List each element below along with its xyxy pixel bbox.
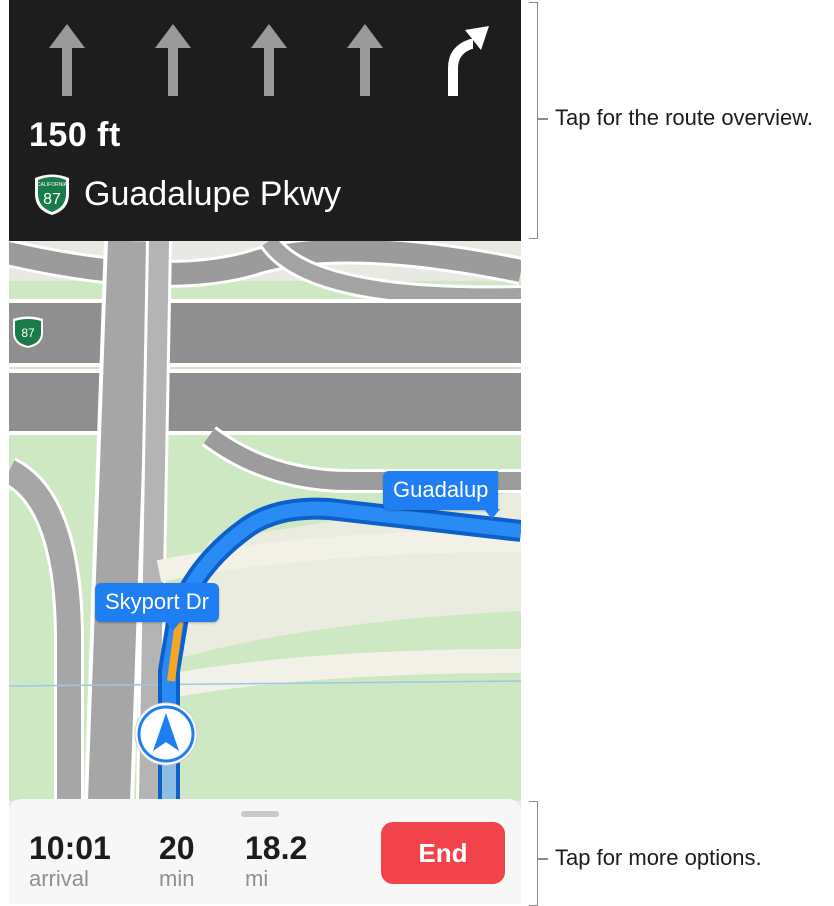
bottom-callout-tick <box>538 858 548 860</box>
end-route-button[interactable]: End <box>381 822 505 884</box>
next-street-callout[interactable]: Guadalup <box>383 471 501 519</box>
bottom-callout-bracket <box>529 801 538 906</box>
time-value: 20 <box>159 830 195 866</box>
top-callout-tick <box>538 118 548 120</box>
maneuver-distance: 150 ft <box>29 116 121 154</box>
bottom-annotation: Tap for more options. <box>555 845 762 870</box>
arrival-value: 10:01 <box>29 830 111 866</box>
highway-shield-icon: CALIFORNIA 87 <box>35 174 69 215</box>
straight-arrow-icon <box>347 24 383 96</box>
navigation-banner[interactable]: 150 ft CALIFORNIA 87 Guadalupe Pkwy <box>9 0 521 241</box>
top-annotation: Tap for the route overview. <box>555 105 814 130</box>
card-grabber[interactable] <box>241 811 279 817</box>
turn-right-arrow-icon <box>448 26 489 96</box>
straight-arrow-icon <box>49 24 85 96</box>
arrival-stat: 10:01 arrival <box>29 831 111 893</box>
top-callout-bracket <box>529 2 538 239</box>
distance-label: mi <box>245 866 269 891</box>
arrival-label: arrival <box>29 866 89 891</box>
maneuver-street-row: CALIFORNIA 87 Guadalupe Pkwy <box>32 171 341 217</box>
distance-stat: 18.2 mi <box>245 831 307 893</box>
distance-value: 18.2 <box>245 830 308 866</box>
time-stat: 20 min <box>159 831 195 893</box>
shield-number-text: 87 <box>43 191 61 208</box>
map-shield-number: 87 <box>21 326 35 340</box>
map-canvas <box>9 234 521 802</box>
highway-shield-icon: 87 <box>13 316 43 348</box>
maneuver-street-name: Guadalupe Pkwy <box>84 174 342 213</box>
shield-state-text: CALIFORNIA <box>37 182 68 188</box>
current-street-callout[interactable]: Skyport Dr <box>95 583 219 631</box>
time-label: min <box>159 866 195 891</box>
phone-screen: 150 ft CALIFORNIA 87 Guadalupe Pkwy 87 G… <box>9 0 521 904</box>
straight-arrow-icon <box>155 24 191 96</box>
straight-arrow-icon <box>251 24 287 96</box>
map-view[interactable]: 87 Guadalup Skyport Dr <box>9 234 521 802</box>
location-arrow-icon <box>134 702 198 766</box>
trip-card[interactable]: 10:01 arrival 20 min 18.2 mi End <box>9 799 521 904</box>
